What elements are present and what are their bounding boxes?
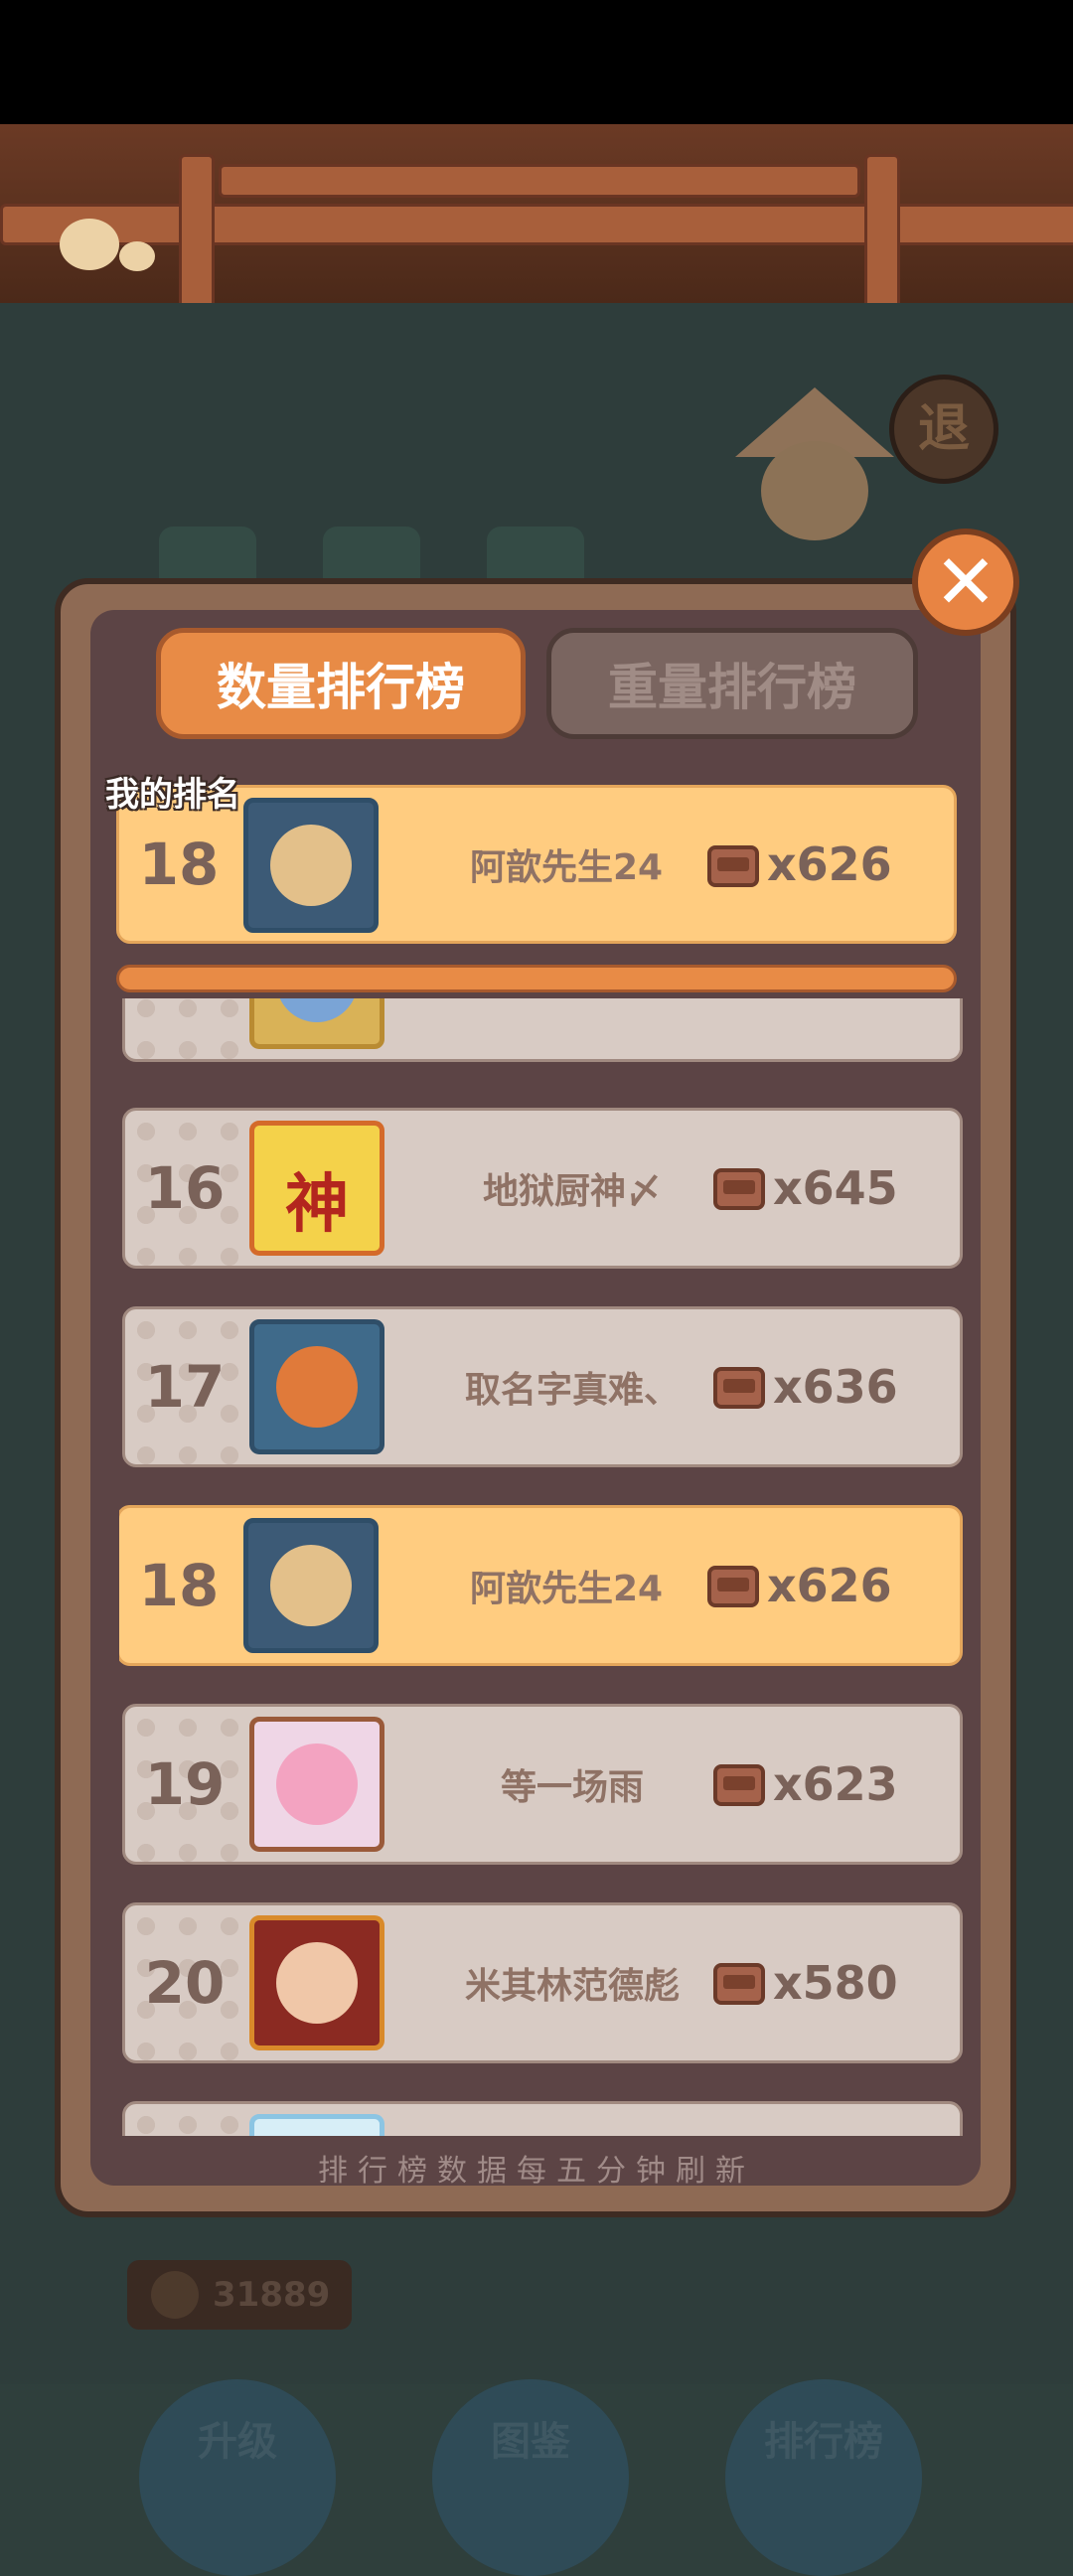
pot-icon (707, 845, 759, 887)
rank-number: 16 (144, 1154, 226, 1222)
my-rank-row: 18 阿歆先生24 x626 (116, 785, 957, 944)
upgrade-button-bg: 升级 (139, 2379, 336, 2576)
blue-frame-avatar-icon[interactable] (249, 998, 384, 1049)
close-icon: ✕ (934, 537, 997, 626)
fox-avatar-icon[interactable] (249, 1319, 384, 1454)
dish-count: x580 (773, 1956, 898, 2010)
leaderboard-button-bg: 排行榜 (725, 2379, 922, 2576)
coin-counter: 31889 (127, 2260, 352, 2330)
player-name: 等一场雨 (500, 1767, 644, 1808)
blonde-boy-avatar-icon[interactable] (243, 798, 379, 933)
list-item: 20 米其林范德彪 x580 (122, 1902, 963, 2063)
pot-icon (713, 1168, 765, 1210)
pot-icon (707, 1566, 759, 1607)
scroll-divider (116, 965, 957, 992)
key-icon (151, 2271, 199, 2319)
rank-number: 20 (144, 1949, 226, 2017)
player-name: 地狱厨神〆 (482, 1171, 662, 1212)
list-item-self: 18 阿歆先生24 x626 (119, 1505, 963, 1666)
ranking-list[interactable]: 16 神 地狱厨神〆 x645 17 取名字真难、 x636 18 阿歆先生24… (119, 998, 964, 2136)
player-name: 米其林范德彪 (464, 1966, 680, 2007)
cloud-frame-avatar-icon[interactable] (249, 2114, 384, 2136)
exit-button: 退 (889, 375, 998, 484)
rank-number: 19 (144, 1750, 226, 1818)
pot-icon (713, 1367, 765, 1409)
dish-count: x645 (773, 1161, 898, 1215)
list-item (122, 998, 963, 1062)
player-name: 阿歆先生24 (469, 847, 664, 888)
blonde-boy-avatar-icon[interactable] (243, 1518, 379, 1653)
collection-button-bg: 图鉴 (432, 2379, 629, 2576)
rank-number: 18 (138, 1552, 220, 1619)
list-item: 17 取名字真难、 x636 (122, 1306, 963, 1467)
player-name: 阿歆先生24 (469, 1569, 664, 1609)
shen-character-avatar-icon[interactable]: 神 (249, 1121, 384, 1256)
pot-icon (713, 1963, 765, 2005)
dish-count: x626 (767, 1559, 892, 1612)
my-rank-label: 我的排名 (105, 775, 240, 815)
chef-character (735, 387, 894, 566)
list-item: 19 等一场雨 x623 (122, 1704, 963, 1865)
pot-icon (713, 1764, 765, 1806)
tab-weight-ranking[interactable]: 重量排行榜 (546, 628, 918, 739)
list-item (122, 2101, 963, 2136)
status-bar (0, 0, 1073, 124)
tab-count-ranking[interactable]: 数量排行榜 (156, 628, 526, 739)
player-name: 取名字真难、 (464, 1370, 680, 1411)
dish-count: x636 (773, 1360, 898, 1414)
list-item: 16 神 地狱厨神〆 x645 (122, 1108, 963, 1269)
dish-count: x623 (773, 1757, 898, 1811)
close-button[interactable]: ✕ (912, 529, 1019, 636)
wooden-roof-decoration (0, 124, 1073, 309)
red-hair-boy-avatar-icon[interactable] (249, 1915, 384, 2050)
rank-number: 17 (144, 1353, 226, 1421)
pink-bunny-avatar-icon[interactable] (249, 1717, 384, 1852)
refresh-note: 排行榜数据每五分钟刷新 (318, 2154, 755, 2189)
dish-count: x626 (767, 837, 892, 891)
